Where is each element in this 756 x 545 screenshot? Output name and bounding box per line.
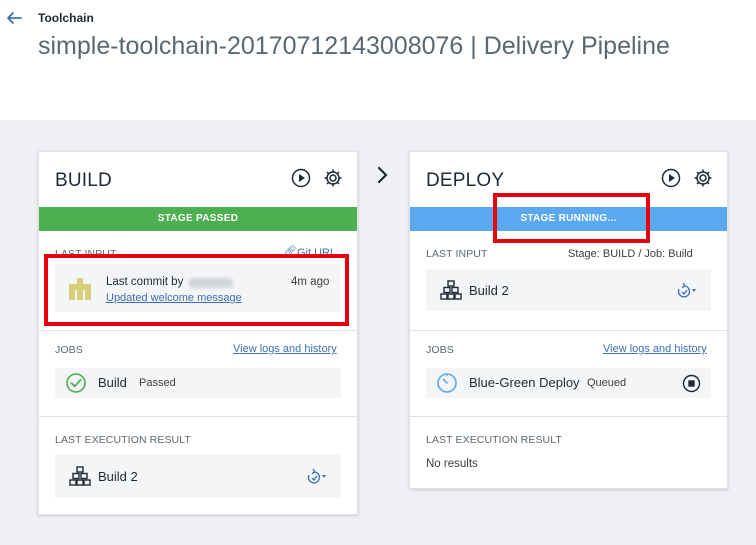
refresh-deploy-icon[interactable] [673, 281, 699, 299]
job-name: Build [98, 375, 127, 390]
divider [410, 416, 727, 417]
last-exec-value: No results [426, 458, 478, 470]
refresh-deploy-icon[interactable] [303, 467, 329, 485]
build-artifact-icon [440, 280, 462, 300]
queued-clock-icon [437, 373, 457, 393]
stage-title: BUILD [55, 170, 112, 191]
last-exec-value: Build 2 [98, 469, 138, 484]
highlight-box-commit [44, 254, 349, 326]
check-circle-icon [66, 373, 86, 393]
job-name: Blue-Green Deploy [469, 375, 580, 390]
divider [410, 330, 727, 331]
input-source-meta: Stage: BUILD / Job: Build [568, 248, 693, 260]
play-icon[interactable] [660, 167, 682, 189]
job-tile-blue-green-deploy[interactable]: Blue-Green Deploy Queued [426, 368, 711, 398]
highlight-box-stage-running [493, 193, 650, 243]
stage-card-build: BUILD STAGE PASSED LAST INPUT 🔗︎ Git URL… [38, 151, 358, 515]
stage-status-passed: STAGE PASSED [39, 207, 357, 231]
last-input-value: Build 2 [469, 283, 509, 298]
job-status: Queued [587, 377, 627, 389]
page-header: Toolchain simple-toolchain-2017071214300… [0, 0, 756, 120]
divider [39, 330, 357, 331]
last-exec-label: LAST EXECUTION RESULT [426, 434, 562, 446]
gear-icon[interactable] [692, 167, 714, 189]
stage-title: DEPLOY [426, 170, 505, 191]
view-logs-link[interactable]: View logs and history [603, 343, 707, 355]
jobs-label: JOBS [55, 344, 83, 356]
stop-icon[interactable] [682, 374, 701, 393]
last-exec-label: LAST EXECUTION RESULT [55, 434, 191, 446]
last-input-label: LAST INPUT [426, 248, 488, 260]
job-status: Passed [139, 377, 176, 389]
last-exec-tile[interactable]: Build 2 [55, 454, 341, 498]
breadcrumb-toolchain[interactable]: Toolchain [38, 11, 94, 25]
job-tile-build[interactable]: Build Passed [55, 368, 341, 398]
chevron-right-icon [377, 166, 388, 184]
back-arrow-icon[interactable] [4, 9, 24, 27]
page-title: simple-toolchain-20170712143008076 | Del… [38, 32, 670, 60]
build-artifact-icon [69, 466, 91, 486]
gear-icon[interactable] [322, 167, 344, 189]
play-icon[interactable] [290, 167, 312, 189]
divider [39, 416, 357, 417]
jobs-label: JOBS [426, 344, 454, 356]
view-logs-link[interactable]: View logs and history [233, 343, 337, 355]
last-input-tile[interactable]: Build 2 [426, 269, 711, 311]
